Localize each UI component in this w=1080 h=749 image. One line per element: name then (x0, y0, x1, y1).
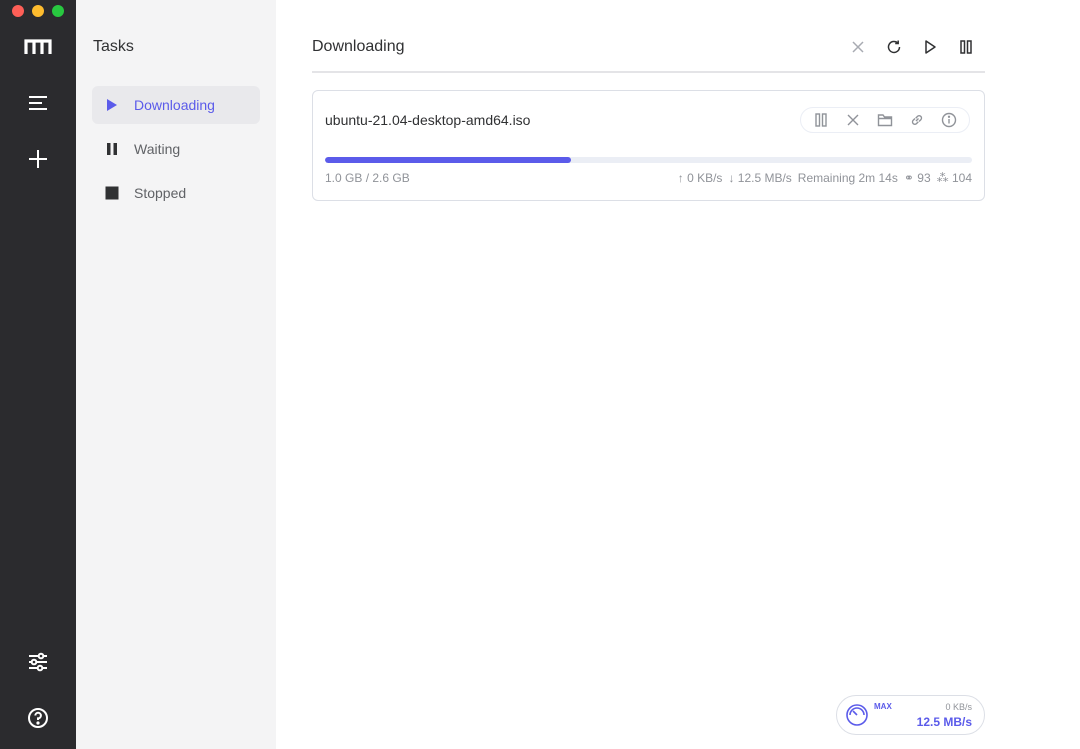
connections-count: 104 (951, 171, 972, 185)
remaining-time: Remaining 2m 14s (797, 171, 898, 185)
speed-download: 12.5 MB/s (916, 715, 972, 729)
info-icon[interactable] (939, 110, 959, 130)
play-icon[interactable] (920, 36, 940, 58)
refresh-icon[interactable] (884, 36, 904, 58)
speed-upload: 0 KB/s (945, 702, 972, 712)
play-icon (105, 98, 119, 112)
window-minimize-button[interactable] (32, 5, 44, 17)
download-speed: ↓ 12.5 MB/s (728, 171, 792, 185)
speedometer-icon (845, 703, 869, 732)
link-icon[interactable] (907, 110, 927, 130)
peers-icon: ⁂ (936, 171, 949, 185)
add-icon[interactable] (22, 143, 54, 175)
sidebar-item-label: Waiting (134, 141, 181, 157)
progress-bar (325, 157, 972, 163)
task-actions (800, 107, 970, 133)
stop-icon (105, 186, 119, 200)
preferences-icon[interactable] (22, 646, 54, 678)
task-name: ubuntu-21.04-desktop-amd64.iso (325, 112, 531, 128)
sidebar-item-stopped[interactable]: Stopped (92, 174, 260, 212)
task-toolbar (848, 36, 976, 58)
delete-icon[interactable] (843, 110, 863, 130)
sidebar-item-waiting[interactable]: Waiting (92, 130, 260, 168)
motrix-logo-icon[interactable] (22, 31, 54, 63)
menu-icon[interactable] (22, 87, 54, 119)
task-size: 1.0 GB / 2.6 GB (325, 171, 410, 185)
task-stats: ↑ 0 KB/s ↓ 12.5 MB/s Remaining 2m 14s ⚭ … (678, 171, 972, 185)
connections-stat: ⁂ 104 (937, 171, 972, 185)
seeders-count: 93 (917, 171, 931, 185)
header-divider (312, 71, 985, 73)
pause-icon[interactable] (956, 36, 976, 58)
speedometer[interactable]: MAX 0 KB/s 12.5 MB/s (836, 695, 985, 735)
seeders-stat: ⚭ 93 (904, 171, 931, 185)
window-zoom-button[interactable] (52, 5, 64, 17)
close-icon[interactable] (848, 36, 868, 58)
progress-fill (325, 157, 571, 163)
window-close-button[interactable] (12, 5, 24, 17)
help-icon[interactable] (22, 702, 54, 734)
pause-icon[interactable] (811, 110, 831, 130)
sidebar-item-downloading[interactable]: Downloading (92, 86, 260, 124)
window-controls (12, 5, 64, 17)
page-title: Downloading (312, 38, 405, 55)
sidebar-item-label: Stopped (134, 185, 187, 201)
magnet-icon: ⚭ (903, 171, 914, 185)
speed-mode: MAX (874, 702, 892, 711)
upload-speed: ↑ 0 KB/s (677, 171, 723, 185)
tasks-sidebar: Tasks Downloading Waiting Stopped (76, 0, 276, 749)
app-rail (0, 0, 76, 749)
sidebar-title: Tasks (93, 38, 134, 55)
sidebar-item-label: Downloading (134, 97, 215, 113)
pause-icon (105, 142, 119, 156)
task-item[interactable]: ubuntu-21.04-desktop-amd64.iso 1.0 GB / … (312, 90, 985, 201)
folder-icon[interactable] (875, 110, 895, 130)
